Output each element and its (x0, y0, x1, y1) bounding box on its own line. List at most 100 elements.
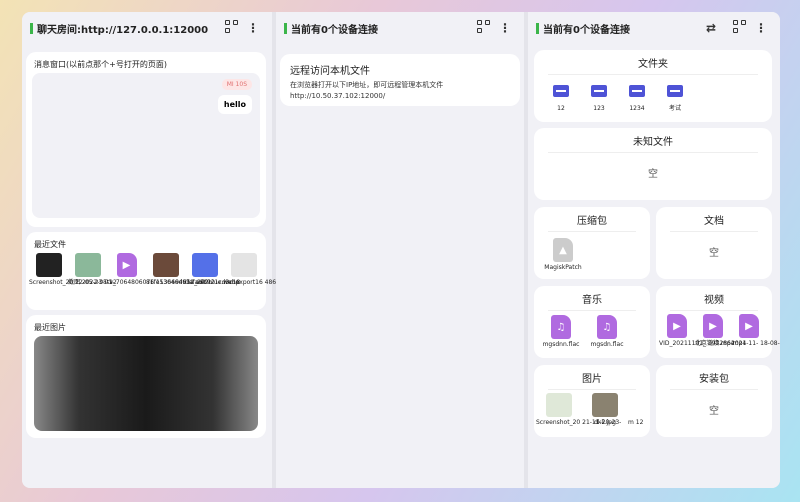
remote-access-title: 远程访问本机文件 (290, 66, 370, 77)
folder-item[interactable]: 123 (580, 75, 618, 112)
file-name: VID_20211101_ 193286.mp4 (659, 340, 747, 347)
videos-card: 视频 ▶ VID_20211101_ 193286.mp4 ▶ 北京链接.mp4 ▶ 20… (656, 286, 780, 358)
pictures-card: 图片 Screenshot_20 21-11-20-23- dkli.jpg m 1… (534, 365, 650, 437)
apk-title: 安装包 (670, 365, 758, 390)
chat-header: 聊天房间:http://127.0.0.1:12000 ⋮ (22, 12, 272, 44)
video-item[interactable]: ▶ VID_20211101_ 193286.mp4 (659, 314, 747, 347)
music-item[interactable]: ♫ mgsdnn.flac (538, 315, 584, 348)
image-thumbnail (592, 393, 618, 417)
video-file-icon: ▶ (116, 253, 137, 277)
file-thumbnail (152, 253, 179, 277)
file-thumbnail (74, 253, 101, 277)
transfer-icon[interactable]: ⇄ (700, 21, 722, 35)
recent-file[interactable]: 81fe53046d97a e6d921cd3c18 (146, 253, 241, 286)
recent-files-title: 最近文件 (34, 240, 66, 249)
video-file-icon: ▶ (667, 314, 687, 338)
file-name: 81fe53046d97a e6d921cd3c18 (146, 279, 241, 286)
empty-label: 空 (709, 248, 719, 259)
more-menu-icon[interactable]: ⋮ (242, 21, 264, 35)
accent-bar (30, 22, 33, 34)
file-thumbnail (230, 253, 257, 277)
archives-card: 压缩包 ▲ MagiskPatch (534, 207, 650, 279)
recent-file[interactable]: mmexport16 48693050 15.jp (224, 253, 313, 286)
qr-code-icon[interactable] (728, 20, 750, 36)
recent-files-card: 最近文件 Screenshot_20 22-05-23-01- 截图 2022-0… (26, 232, 313, 310)
archive-item[interactable]: ▲ MagiskPatch (540, 238, 586, 271)
connection-status: 当前有0个设备连接 (291, 24, 378, 36)
folder-icon (591, 85, 607, 97)
remote-panel: 当前有0个设备连接 ⋮ 远程访问本机文件 在浏览器打开以下IP地址，即可远程管理… (276, 12, 524, 488)
file-name: tv_7064806076 1136694612_202 (107, 279, 209, 286)
file-thumbnail (35, 253, 62, 277)
folder-item[interactable]: 1234 (618, 75, 656, 112)
documents-title: 文档 (670, 207, 758, 232)
files-panel: 当前有0个设备连接 ⇄ ⋮ 文件夹 12 123 1234 考试 未知文件 空 压缩包… (528, 12, 780, 488)
message-area: MI 10S hello (32, 73, 260, 218)
folder-icon (667, 85, 683, 97)
more-menu-icon[interactable]: ⋮ (494, 21, 516, 35)
recent-file[interactable]: Screenshot_20 22-05-23-01- (29, 253, 115, 286)
file-name: mgsdnn.flac (542, 341, 580, 348)
file-name: MagiskPatch (544, 264, 582, 271)
files-header: 当前有0个设备连接 ⇄ ⋮ (528, 12, 780, 44)
file-name: default-blue.webp (185, 279, 240, 286)
apk-card: 安装包 空 (656, 365, 772, 437)
remote-url[interactable]: http://10.50.37.102:12000/ (290, 92, 510, 100)
video-item[interactable]: ▶ 北京链接.mp4 (695, 314, 735, 347)
archives-title: 压缩包 (548, 207, 636, 232)
music-file-icon: ♫ (597, 315, 617, 339)
video-file-icon: ▶ (739, 314, 759, 338)
folder-icon (553, 85, 569, 97)
unknown-title: 未知文件 (548, 128, 758, 153)
message-window-card: 消息窗口(以前点那个+号打开的页面) MI 10S hello (26, 52, 266, 227)
file-name: Screenshot_20 22-05-23-01- (29, 279, 115, 286)
recent-images-card: 最近图片 (26, 315, 266, 438)
empty-label: 空 (709, 406, 719, 417)
folders-title: 文件夹 (548, 50, 758, 75)
video-item[interactable]: ▶ 2021-11- 18-08-1 (731, 314, 780, 347)
video-file-icon: ▶ (703, 314, 723, 338)
app-window: 聊天房间:http://127.0.0.1:12000 ⋮ 消息窗口(以前点那个… (22, 12, 780, 488)
folder-name: 123 (593, 105, 605, 112)
file-name: dkli.jpg (594, 419, 616, 426)
recent-image-preview[interactable] (34, 336, 258, 431)
folder-icon (629, 85, 645, 97)
music-item[interactable]: ♫ mgsdn.flac (584, 315, 630, 348)
picture-item[interactable]: m 12 (628, 393, 644, 426)
message-window-title: 消息窗口(以前点那个+号打开的页面) (34, 60, 167, 69)
more-menu-icon[interactable]: ⋮ (750, 21, 772, 35)
unknown-files-card: 未知文件 空 (534, 128, 772, 200)
folder-name: 12 (557, 105, 565, 112)
folder-name: 1234 (629, 105, 645, 112)
remote-access-desc: 在浏览器打开以下IP地址，即可远程管理本机文件 (290, 81, 444, 89)
documents-card: 文档 空 (656, 207, 772, 279)
music-card: 音乐 ♫ mgsdnn.flac ♫ mgsdn.flac (534, 286, 650, 358)
connection-status: 当前有0个设备连接 (543, 24, 630, 36)
music-title: 音乐 (548, 286, 636, 311)
picture-item[interactable]: dkli.jpg (582, 393, 628, 426)
image-thumbnail (546, 393, 572, 417)
file-name: 截图 2022-05-12 (68, 279, 117, 286)
qr-code-icon[interactable] (472, 20, 494, 36)
chat-panel: 聊天房间:http://127.0.0.1:12000 ⋮ 消息窗口(以前点那个… (22, 12, 313, 488)
message-bubble: hello (217, 95, 252, 114)
folders-card: 文件夹 12 123 1234 考试 (534, 50, 772, 122)
recent-file[interactable]: 截图 2022-05-12 (68, 253, 117, 286)
picture-item[interactable]: Screenshot_20 21-11-20-23- (536, 393, 622, 426)
file-name: Screenshot_20 21-11-20-23- (536, 419, 622, 426)
pictures-title: 图片 (548, 365, 636, 390)
qr-code-icon[interactable] (220, 20, 242, 36)
file-name: mgsdn.flac (590, 341, 624, 348)
recent-file[interactable]: ▶ tv_7064806076 1136694612_202 (107, 253, 209, 286)
remote-header: 当前有0个设备连接 ⋮ (276, 12, 524, 44)
accent-bar (284, 22, 287, 34)
chat-title: 聊天房间:http://127.0.0.1:12000 (37, 24, 209, 36)
recent-file[interactable]: default-blue.webp (185, 253, 240, 286)
archive-file-icon: ▲ (553, 238, 573, 262)
folder-item[interactable]: 12 (542, 75, 580, 112)
file-name: m 12 (628, 419, 644, 426)
folder-item[interactable]: 考试 (656, 75, 694, 112)
file-name: mmexport16 48693050 15.jp (224, 279, 313, 286)
remote-access-card: 远程访问本机文件 在浏览器打开以下IP地址，即可远程管理本机文件 http://… (280, 54, 520, 106)
file-name: 北京链接.mp4 (695, 340, 735, 347)
